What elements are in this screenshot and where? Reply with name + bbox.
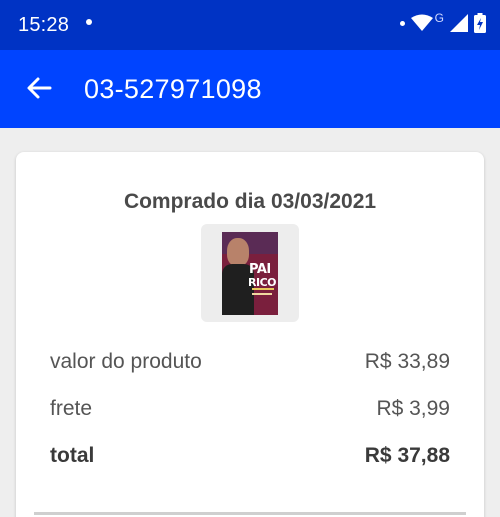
book-cover-title-line1: PAI [249, 262, 271, 277]
notification-dot-icon [86, 19, 92, 25]
status-time: 15:28 [18, 14, 70, 36]
wifi-icon [410, 14, 433, 32]
battery-charging-icon [474, 13, 486, 33]
network-type-label: G [434, 11, 444, 25]
row-value: R$ 37,88 [364, 444, 450, 467]
product-value-row: valor do produto R$ 33,89 [50, 350, 450, 380]
order-card: Comprado dia 03/03/2021 PAI RICO valor d… [16, 152, 484, 517]
row-label: frete [50, 397, 93, 420]
row-label: total [50, 444, 95, 467]
app-bar: 03-527971098 [0, 50, 500, 128]
dot-icon [399, 20, 405, 26]
order-number-title: 03-527971098 [84, 74, 262, 104]
status-bar: 15:28 G [0, 0, 500, 50]
divider [34, 512, 466, 515]
book-cover-image: PAI RICO [222, 232, 278, 315]
status-icons: G [399, 11, 486, 33]
shipping-row: frete R$ 3,99 [50, 397, 450, 427]
purchase-date: Comprado dia 03/03/2021 [123, 190, 377, 213]
row-value: R$ 33,89 [364, 350, 450, 373]
signal-icon [450, 14, 468, 32]
row-label: valor do produto [50, 350, 202, 373]
back-button[interactable] [22, 73, 56, 107]
product-thumbnail[interactable]: PAI RICO [201, 224, 299, 322]
total-row: total R$ 37,88 [50, 444, 450, 474]
row-value: R$ 3,99 [376, 397, 450, 420]
arrow-left-icon [26, 75, 52, 106]
